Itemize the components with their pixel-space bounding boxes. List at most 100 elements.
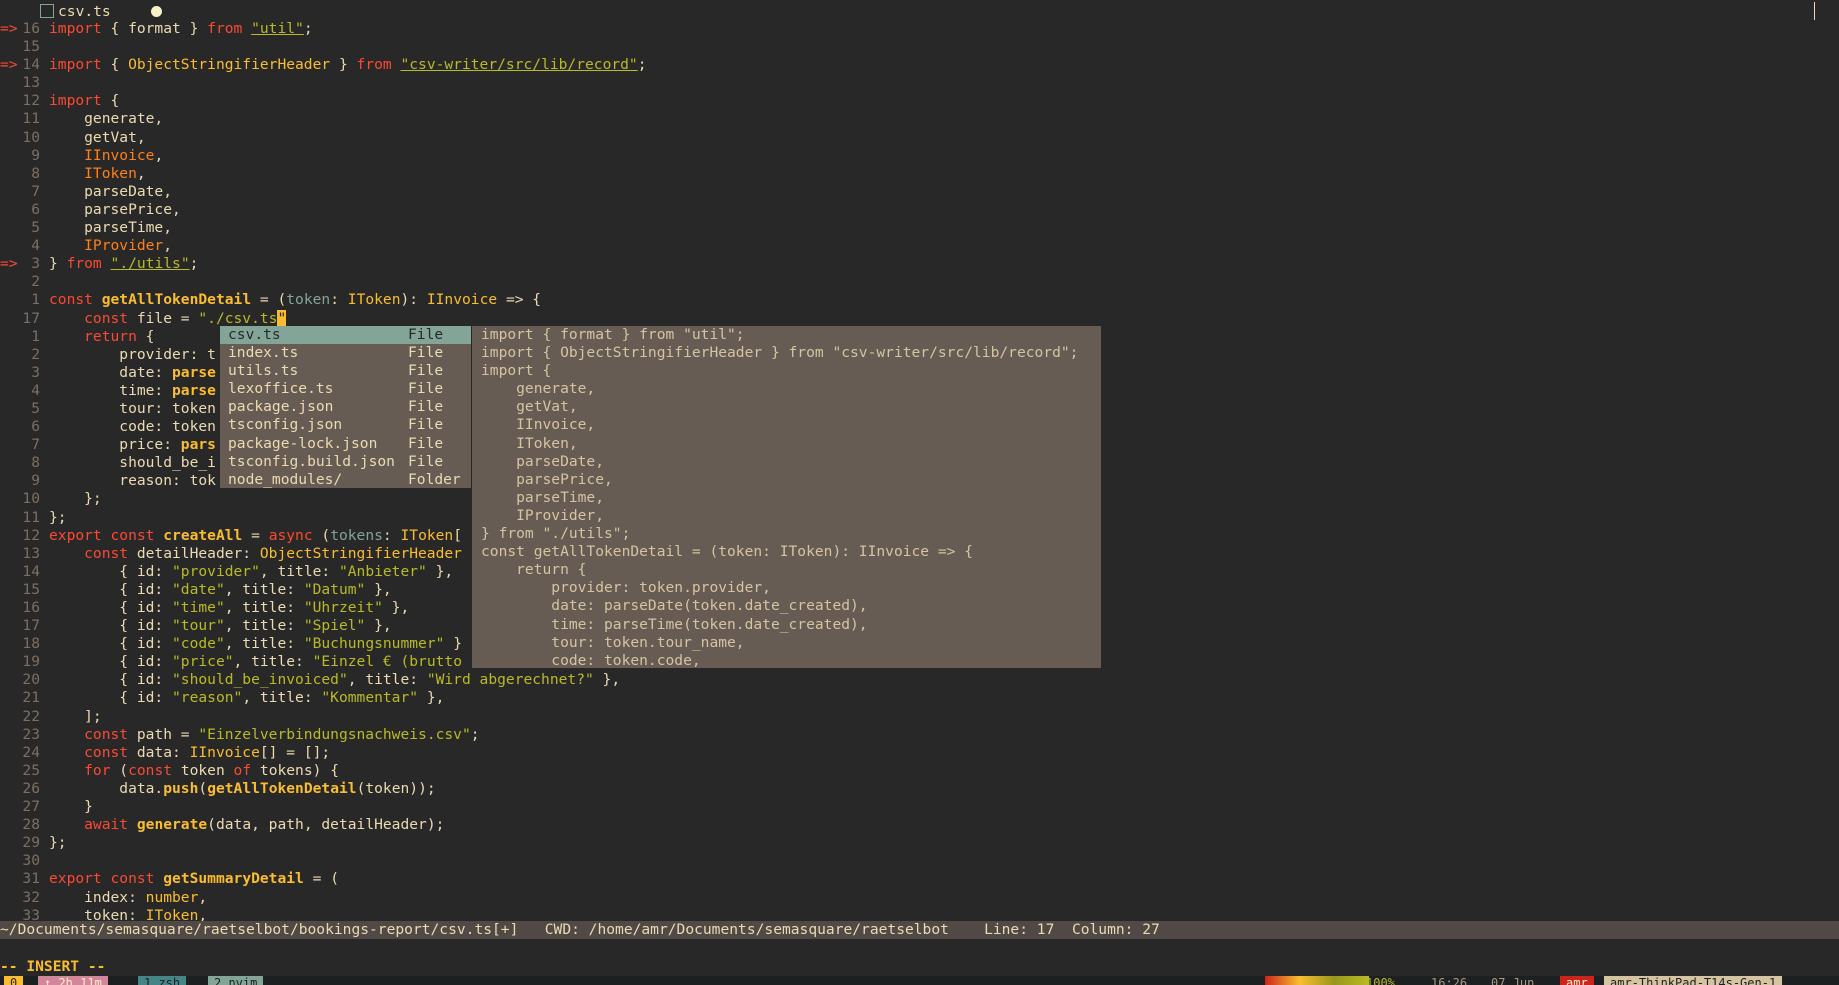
code-line[interactable]: 22 ]; bbox=[0, 708, 1839, 726]
line-text[interactable]: parseDate, bbox=[49, 183, 172, 201]
code-line[interactable]: 11 generate, bbox=[0, 110, 1839, 128]
line-text[interactable]: await generate(data, path, detailHeader)… bbox=[49, 816, 444, 834]
line-text[interactable]: const getAllTokenDetail = (token: IToken… bbox=[49, 291, 541, 309]
code-line[interactable]: 8 IToken, bbox=[0, 165, 1839, 183]
code-line[interactable]: 29}; bbox=[0, 834, 1839, 852]
code-line[interactable]: 27 } bbox=[0, 798, 1839, 816]
line-text[interactable]: tour: token bbox=[49, 400, 216, 418]
line-text[interactable]: import { ObjectStringifierHeader } from … bbox=[49, 56, 647, 74]
code-line[interactable]: 9 IInvoice, bbox=[0, 147, 1839, 165]
code-line[interactable]: 31 export const getSummaryDetail = ( bbox=[0, 870, 1839, 888]
line-text[interactable]: code: token bbox=[49, 418, 216, 436]
line-text[interactable]: index: number, bbox=[49, 889, 207, 907]
tmux-window-2[interactable]: 2 nvim bbox=[208, 976, 264, 985]
line-text[interactable]: export const createAll = async (tokens: … bbox=[49, 527, 462, 545]
code-line[interactable]: 12 import { bbox=[0, 92, 1839, 110]
line-text[interactable]: parseTime, bbox=[49, 219, 172, 237]
code-line[interactable]: 26 data.push(getAllTokenDetail(token)); bbox=[0, 780, 1839, 798]
completion-popup[interactable]: csv.ts File index.ts File utils.ts File lexoff… bbox=[220, 326, 471, 488]
tmux-window-1[interactable]: 1 zsh bbox=[138, 976, 187, 985]
code-line[interactable]: 28 await generate(data, path, detailHead… bbox=[0, 816, 1839, 834]
line-text[interactable]: data.push(getAllTokenDetail(token)); bbox=[49, 780, 435, 798]
line-text[interactable]: IToken, bbox=[49, 165, 146, 183]
line-number: 26 bbox=[22, 779, 40, 797]
preview-line: import { ObjectStringifierHeader } from … bbox=[481, 344, 1079, 362]
code-line[interactable]: 1 const getAllTokenDetail = (token: IToke… bbox=[0, 291, 1839, 309]
line-text[interactable]: date: parse bbox=[49, 364, 216, 382]
code-line[interactable]: 21 { id: "reason", title: "Kommentar" }, bbox=[0, 689, 1839, 707]
line-text[interactable]: for (const token of tokens) { bbox=[49, 762, 339, 780]
line-text[interactable]: }; bbox=[49, 509, 67, 527]
code-line[interactable]: => 3} from "./utils"; bbox=[0, 255, 1839, 273]
completion-item[interactable]: csv.ts File bbox=[220, 326, 471, 345]
code-line[interactable]: 23 const path = "Einzelverbindungsnachwe… bbox=[0, 726, 1839, 744]
line-text[interactable]: { id: "code", title: "Buchungsnummer" } bbox=[49, 635, 462, 653]
completion-item[interactable]: tsconfig.build.json File bbox=[220, 453, 471, 471]
line-text[interactable]: price: pars bbox=[49, 436, 216, 454]
line-text[interactable]: { id: "reason", title: "Kommentar" }, bbox=[49, 689, 444, 707]
code-line[interactable]: 15 bbox=[0, 38, 1839, 56]
line-text[interactable]: IProvider, bbox=[49, 237, 172, 255]
line-text[interactable]: }; bbox=[49, 490, 102, 508]
line-text[interactable]: const path = "Einzelverbindungsnachweis.… bbox=[49, 726, 479, 744]
completion-item[interactable]: node_modules/Folder bbox=[220, 471, 471, 489]
code-line[interactable]: 2 bbox=[0, 273, 1839, 291]
code-line[interactable]: 10 getVat, bbox=[0, 129, 1839, 147]
line-text[interactable]: reason: tok bbox=[49, 472, 216, 490]
completion-item[interactable]: package.json File bbox=[220, 398, 471, 416]
code-line[interactable]: => 16 import { format } from "util"; bbox=[0, 20, 1839, 38]
preview-line: parsePrice, bbox=[481, 470, 613, 488]
line-number: 20 bbox=[22, 671, 40, 689]
line-text[interactable]: ]; bbox=[49, 708, 102, 726]
code-line[interactable]: 32 index: number, bbox=[0, 889, 1839, 907]
line-text[interactable]: parsePrice, bbox=[49, 201, 181, 219]
line-number: 11 bbox=[22, 110, 40, 128]
code-line[interactable]: => 14 import { ObjectStringifierHeader } f… bbox=[0, 56, 1839, 74]
completion-item[interactable]: package-lock.json File bbox=[220, 435, 471, 453]
column-number: Column: 27 bbox=[1071, 921, 1160, 938]
code-line[interactable]: 30 bbox=[0, 852, 1839, 870]
line-text[interactable]: { id: "date", title: "Datum" }, bbox=[49, 581, 391, 599]
line-text[interactable]: { id: "provider", title: "Anbieter" }, bbox=[49, 563, 453, 581]
code-line[interactable]: 25 for (const token of tokens) { bbox=[0, 762, 1839, 780]
tab-csv-ts[interactable]: csv.ts bbox=[40, 2, 162, 20]
scrollbar-thumb[interactable] bbox=[1814, 2, 1815, 20]
line-number: 28 bbox=[22, 816, 40, 834]
line-text[interactable]: IInvoice, bbox=[49, 147, 163, 165]
code-line[interactable]: 6 parsePrice, bbox=[0, 201, 1839, 219]
line-text[interactable]: time: parse bbox=[49, 382, 216, 400]
line-text[interactable]: { id: "price", title: "Einzel € (brutto bbox=[49, 653, 462, 671]
line-text[interactable]: const detailHeader: ObjectStringifierHea… bbox=[49, 545, 462, 563]
line-text[interactable]: } bbox=[49, 798, 93, 816]
line-text[interactable]: const data: IInvoice[] = []; bbox=[49, 744, 330, 762]
code-line[interactable]: 17 const file = "./csv.ts" bbox=[0, 309, 1839, 328]
line-text[interactable]: } from "./utils"; bbox=[49, 255, 198, 273]
completion-item[interactable]: index.ts File bbox=[220, 344, 471, 362]
code-line[interactable]: 5 parseTime, bbox=[0, 219, 1839, 237]
code-line[interactable]: 4 IProvider, bbox=[0, 237, 1839, 255]
line-text[interactable]: { id: "tour", title: "Spiel" }, bbox=[49, 617, 391, 635]
completion-item[interactable]: tsconfig.json File bbox=[220, 416, 471, 434]
completion-item[interactable]: lexoffice.ts File bbox=[220, 380, 471, 398]
line-text[interactable]: const file = "./csv.ts" bbox=[49, 309, 287, 328]
line-text[interactable]: should_be_i bbox=[49, 454, 216, 472]
code-line[interactable]: 20 { id: "should_be_invoiced", title: "W… bbox=[0, 671, 1839, 689]
line-text[interactable]: provider: t bbox=[49, 346, 216, 364]
line-text[interactable]: import { format } from "util"; bbox=[49, 20, 313, 38]
line-text[interactable]: { id: "should_be_invoiced", title: "Wird… bbox=[49, 671, 620, 689]
line-text[interactable]: export const getSummaryDetail = ( bbox=[49, 870, 339, 888]
line-text[interactable]: generate, bbox=[49, 110, 163, 128]
line-text[interactable]: return { bbox=[49, 328, 154, 346]
line-number: 9 bbox=[31, 472, 40, 490]
modified-dot-icon bbox=[150, 5, 162, 17]
completion-item[interactable]: utils.ts File bbox=[220, 362, 471, 380]
preview-line: import { format } from "util"; bbox=[481, 326, 745, 343]
code-line[interactable]: 13 bbox=[0, 74, 1839, 92]
line-number: Line: 17 bbox=[984, 921, 1055, 938]
code-line[interactable]: 24 const data: IInvoice[] = []; bbox=[0, 744, 1839, 762]
line-text[interactable]: getVat, bbox=[49, 129, 146, 147]
line-text[interactable]: }; bbox=[49, 834, 67, 852]
line-text[interactable]: { id: "time", title: "Uhrzeit" }, bbox=[49, 599, 409, 617]
code-line[interactable]: 7 parseDate, bbox=[0, 183, 1839, 201]
line-text[interactable]: import { bbox=[49, 92, 119, 110]
